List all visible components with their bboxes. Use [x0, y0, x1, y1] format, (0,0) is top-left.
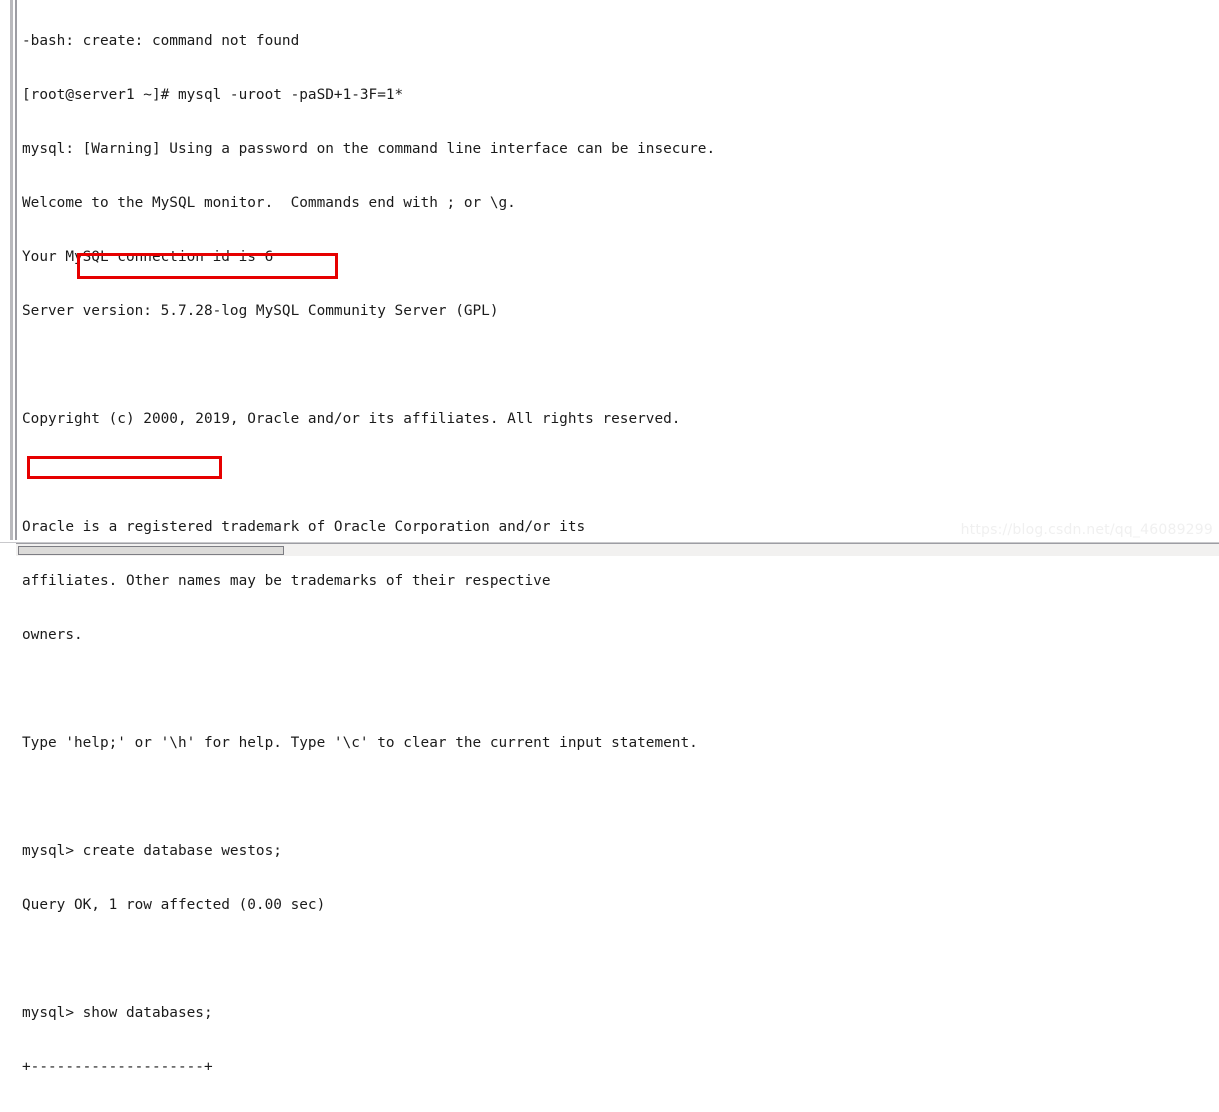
- console-line: Your MySQL connection id is 6: [22, 249, 274, 265]
- watermark-text: https://blog.csdn.net/qq_46089299: [960, 522, 1213, 538]
- console-line-login-command: [root@server1 ~]# mysql -uroot -paSD+1-3…: [22, 87, 404, 103]
- console-line-query-ok: Query OK, 1 row affected (0.00 sec): [22, 897, 326, 913]
- horizontal-scrollbar-track[interactable]: [16, 543, 1219, 556]
- console-line-show-databases: mysql> show databases;: [22, 1005, 213, 1021]
- console-line: affiliates. Other names may be trademark…: [22, 573, 551, 589]
- console-line: -bash: create: command not found: [22, 33, 300, 49]
- window-left-border-inner: [15, 0, 17, 540]
- console-line: Type 'help;' or '\h' for help. Type '\c'…: [22, 735, 698, 751]
- terminal-window: -bash: create: command not found [root@s…: [0, 0, 1219, 1075]
- terminal-output[interactable]: -bash: create: command not found [root@s…: [22, 0, 1202, 1112]
- table-border-top: +--------------------+: [22, 1059, 213, 1075]
- window-left-border: [10, 0, 13, 540]
- console-line: mysql: [Warning] Using a password on the…: [22, 141, 716, 157]
- console-line: Welcome to the MySQL monitor. Commands e…: [22, 195, 516, 211]
- horizontal-scrollbar-thumb[interactable]: [18, 546, 284, 555]
- console-line: Server version: 5.7.28-log MySQL Communi…: [22, 303, 499, 319]
- console-line: owners.: [22, 627, 83, 643]
- console-line-create-database: mysql> create database westos;: [22, 843, 282, 859]
- console-line: Copyright (c) 2000, 2019, Oracle and/or …: [22, 411, 681, 427]
